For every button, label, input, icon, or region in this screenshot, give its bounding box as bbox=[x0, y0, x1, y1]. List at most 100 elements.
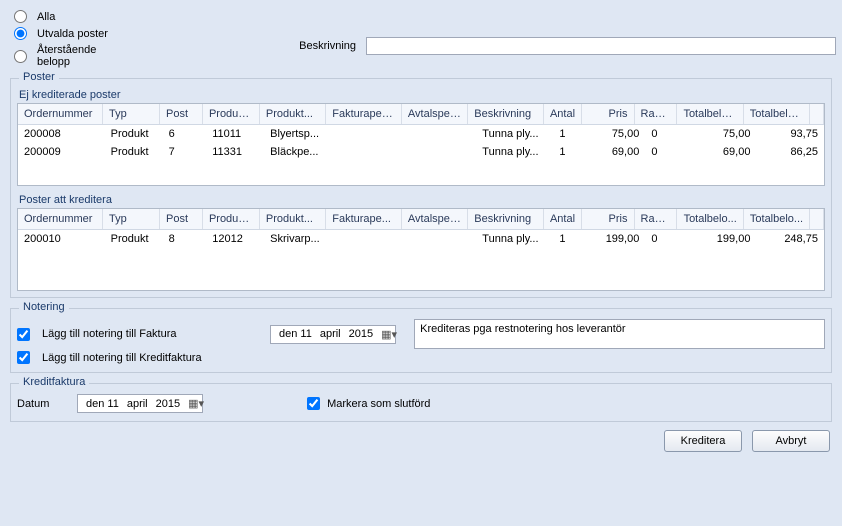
calendar-icon[interactable]: ▦▾ bbox=[377, 328, 393, 341]
col-beskrivning[interactable]: Beskrivning bbox=[468, 209, 544, 229]
chk-faktura-label: Lägg till notering till Faktura bbox=[42, 328, 222, 340]
avbryt-button[interactable]: Avbryt bbox=[752, 430, 830, 452]
kreditera-button[interactable]: Kreditera bbox=[664, 430, 742, 452]
radio-alla-label: Alla bbox=[37, 11, 55, 23]
kreditfaktura-group: Kreditfaktura Datum den 11 april 2015 ▦▾… bbox=[10, 383, 832, 422]
col-antal[interactable]: Antal bbox=[544, 104, 582, 124]
dp-month: april bbox=[316, 328, 345, 340]
cell: 0 bbox=[645, 126, 689, 142]
cell: Blyertsp... bbox=[264, 126, 332, 142]
cell: 1 bbox=[553, 144, 592, 160]
cell: Produkt bbox=[105, 126, 163, 142]
bottom-grid-body: 200010Produkt812012Skrivarp... Tunna ply.… bbox=[18, 230, 824, 290]
table-row[interactable]: 200009Produkt711331Bläckpe...Tunna ply..… bbox=[18, 143, 824, 161]
chk-markera[interactable] bbox=[307, 397, 320, 410]
cell: 93,75 bbox=[756, 126, 824, 142]
col-produktben[interactable]: Produkt... bbox=[260, 209, 326, 229]
beskrivning-input[interactable] bbox=[366, 37, 836, 55]
cell: 7 bbox=[163, 144, 207, 160]
radio-alla[interactable] bbox=[14, 10, 27, 23]
kreditfaktura-title: Kreditfaktura bbox=[19, 376, 89, 388]
col-totalbelopp1[interactable]: Totalbelop... bbox=[677, 104, 743, 124]
chk-faktura[interactable] bbox=[17, 328, 30, 341]
col-produktgrupp[interactable]: Produkt... bbox=[203, 104, 260, 124]
calendar-icon[interactable]: ▦▾ bbox=[184, 397, 200, 410]
dp-day: den 11 bbox=[275, 328, 316, 340]
notering-textarea[interactable] bbox=[414, 319, 825, 349]
col-produktgrupp[interactable]: Produkt... bbox=[203, 209, 260, 229]
col-rabatt[interactable]: Rabatt bbox=[635, 104, 678, 124]
cell: 12012 bbox=[206, 231, 264, 247]
dp-day: den 11 bbox=[82, 398, 123, 410]
radio-utvalda-label: Utvalda poster bbox=[37, 28, 108, 40]
top-grid-body: 200008Produkt611011Blyertsp...Tunna ply.… bbox=[18, 125, 824, 185]
table-row[interactable]: 200008Produkt611011Blyertsp...Tunna ply.… bbox=[18, 125, 824, 143]
top-section-title: Ej krediterade poster bbox=[19, 89, 825, 101]
col-typ[interactable]: Typ bbox=[103, 209, 160, 229]
chk-kreditfaktura-label: Lägg till notering till Kreditfaktura bbox=[42, 352, 202, 364]
col-produktben[interactable]: Produkt... bbox=[260, 104, 326, 124]
cell: 1 bbox=[553, 126, 592, 142]
dp-year: 2015 bbox=[345, 328, 377, 340]
cell: 200010 bbox=[18, 231, 105, 247]
bottom-section-title: Poster att kreditera bbox=[19, 194, 825, 206]
col-typ[interactable]: Typ bbox=[103, 104, 160, 124]
cell: 11011 bbox=[206, 126, 264, 142]
col-pris[interactable]: Pris bbox=[582, 209, 634, 229]
cell: 75,00 bbox=[689, 126, 757, 142]
bottom-grid-header: Ordernummer Typ Post Produkt... Produkt.… bbox=[18, 209, 824, 230]
cell: 0 bbox=[645, 144, 689, 160]
col-antal[interactable]: Antal bbox=[544, 209, 582, 229]
top-grid: Ordernummer Typ Post Produkt... Produkt.… bbox=[17, 103, 825, 186]
cell: 1 bbox=[553, 231, 592, 247]
cell: 69,00 bbox=[689, 144, 757, 160]
col-fakturaperiod[interactable]: Fakturape... bbox=[326, 209, 402, 229]
dp-year: 2015 bbox=[152, 398, 184, 410]
col-fakturaperiod[interactable]: Fakturaperiod bbox=[326, 104, 402, 124]
cell: Tunna ply... bbox=[476, 144, 553, 160]
beskrivning-label: Beskrivning bbox=[299, 40, 356, 52]
cell: 8 bbox=[163, 231, 207, 247]
col-end bbox=[810, 209, 824, 229]
radio-utvalda[interactable] bbox=[14, 27, 27, 40]
cell bbox=[409, 231, 477, 247]
cell: 199,00 bbox=[592, 231, 645, 247]
cell: 200008 bbox=[18, 126, 105, 142]
radio-aterstaende-label: Återstående belopp bbox=[37, 44, 113, 68]
col-avtalsperiod[interactable]: Avtalsperiod bbox=[402, 104, 468, 124]
cell: Bläckpe... bbox=[264, 144, 332, 160]
cell bbox=[332, 144, 409, 160]
cell bbox=[332, 231, 409, 247]
col-ordernummer[interactable]: Ordernummer bbox=[18, 209, 103, 229]
col-totalbelopp1[interactable]: Totalbelo... bbox=[677, 209, 743, 229]
cell: 0 bbox=[645, 231, 689, 247]
col-end bbox=[810, 104, 824, 124]
col-pris[interactable]: Pris bbox=[582, 104, 634, 124]
datum-label: Datum bbox=[17, 398, 67, 410]
poster-group: Poster Ej krediterade poster Ordernummer… bbox=[10, 78, 832, 298]
poster-title: Poster bbox=[19, 71, 59, 83]
col-avtalsperiod[interactable]: Avtalsperiod bbox=[402, 209, 468, 229]
col-totalbelopp2[interactable]: Totalbelop... bbox=[744, 104, 810, 124]
cell: 69,00 bbox=[592, 144, 645, 160]
col-totalbelopp2[interactable]: Totalbelo... bbox=[744, 209, 810, 229]
cell: Produkt bbox=[105, 231, 163, 247]
cell: 199,00 bbox=[689, 231, 757, 247]
kreditfaktura-datepicker[interactable]: den 11 april 2015 ▦▾ bbox=[77, 394, 203, 413]
col-beskrivning[interactable]: Beskrivning bbox=[468, 104, 544, 124]
cell bbox=[332, 126, 409, 142]
chk-markera-label: Markera som slutförd bbox=[327, 398, 430, 410]
radio-aterstaende[interactable] bbox=[14, 50, 27, 63]
bottom-grid: Ordernummer Typ Post Produkt... Produkt.… bbox=[17, 208, 825, 291]
col-post[interactable]: Post bbox=[160, 104, 203, 124]
col-rabatt[interactable]: Rabatt bbox=[635, 209, 678, 229]
notering-datepicker[interactable]: den 11 april 2015 ▦▾ bbox=[270, 325, 396, 344]
cell: 75,00 bbox=[592, 126, 645, 142]
cell: Tunna ply... bbox=[476, 231, 553, 247]
table-row[interactable]: 200010Produkt812012Skrivarp... Tunna ply.… bbox=[18, 230, 824, 248]
cell: Tunna ply... bbox=[476, 126, 553, 142]
cell: Skrivarp... bbox=[264, 231, 332, 247]
col-ordernummer[interactable]: Ordernummer bbox=[18, 104, 103, 124]
col-post[interactable]: Post bbox=[160, 209, 203, 229]
chk-kreditfaktura[interactable] bbox=[17, 351, 30, 364]
